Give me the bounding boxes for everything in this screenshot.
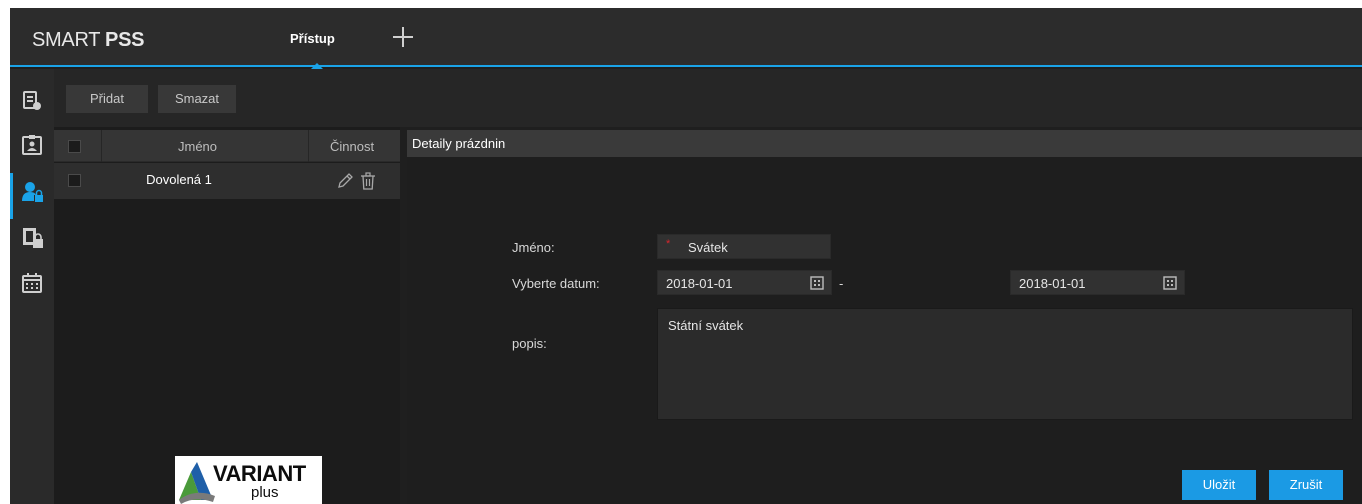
plus-icon[interactable] [390,24,416,50]
rail-item-access-record[interactable] [10,83,54,119]
rail-item-user-lock[interactable] [10,173,54,219]
save-button[interactable]: Uložit [1182,470,1256,500]
side-rail [10,69,54,504]
toolbar: Přidat Smazat [54,69,1362,127]
logo-text-secondary: plus [251,484,279,501]
calendar-picker-icon[interactable] [1163,276,1177,290]
calendar-icon [22,273,42,293]
rail-item-calendar[interactable] [10,265,54,301]
holiday-list: Jméno Činnost Dovolená 1 [54,127,400,504]
description-label: popis: [512,336,547,351]
edit-icon[interactable] [336,172,354,193]
details-title: Detaily prázdnin [412,136,506,151]
list-header: Jméno Činnost [54,130,400,162]
date-from-value: 2018-01-01 [666,276,733,291]
variant-plus-logo: VARIANT plus [175,456,322,504]
add-button[interactable]: Přidat [66,85,148,113]
access-record-icon [23,91,41,110]
date-range-separator: - [839,276,844,291]
app-window: SMART PSS Přístup Přidat Smazat Jméno Či… [10,8,1362,504]
user-lock-icon [22,182,43,202]
name-field[interactable]: * Svátek [657,234,831,259]
tab-pristup[interactable]: Přístup [280,8,352,69]
trash-icon[interactable] [360,172,376,193]
holiday-details-panel: Detaily prázdnin Jméno: * Svátek Vyberte… [407,130,1362,504]
tab-pristup-label: Přístup [290,31,335,46]
date-label: Vyberte datum: [512,276,600,291]
variant-logo-mark-icon [179,462,215,504]
description-textarea[interactable]: Státní svátek [657,308,1353,420]
name-label: Jméno: [512,240,555,255]
date-to-value: 2018-01-01 [1019,276,1086,291]
door-lock-icon [23,228,43,248]
column-header-action: Činnost [330,139,375,154]
top-bar: SMART PSS Přístup [10,8,1362,69]
rail-item-person-card[interactable] [10,127,54,163]
date-from-field[interactable]: 2018-01-01 [657,270,832,295]
rail-item-door-lock[interactable] [10,219,54,255]
required-mark: * [666,238,671,250]
table-row[interactable]: Dovolená 1 [54,163,400,199]
row-name: Dovolená 1 [146,172,212,187]
description-value: Státní svátek [668,318,744,333]
delete-button[interactable]: Smazat [158,85,236,113]
column-header-name: Jméno [178,139,218,154]
name-field-value: Svátek [688,240,728,255]
person-card-icon [22,135,42,155]
details-header: Detaily prázdnin [407,130,1362,157]
column-divider [308,130,309,162]
cancel-button[interactable]: Zrušit [1269,470,1343,500]
select-all-checkbox[interactable] [68,140,81,153]
calendar-picker-icon[interactable] [810,276,824,290]
app-logo: SMART PSS [32,29,145,51]
date-to-field[interactable]: 2018-01-01 [1010,270,1185,295]
column-divider [101,130,102,162]
